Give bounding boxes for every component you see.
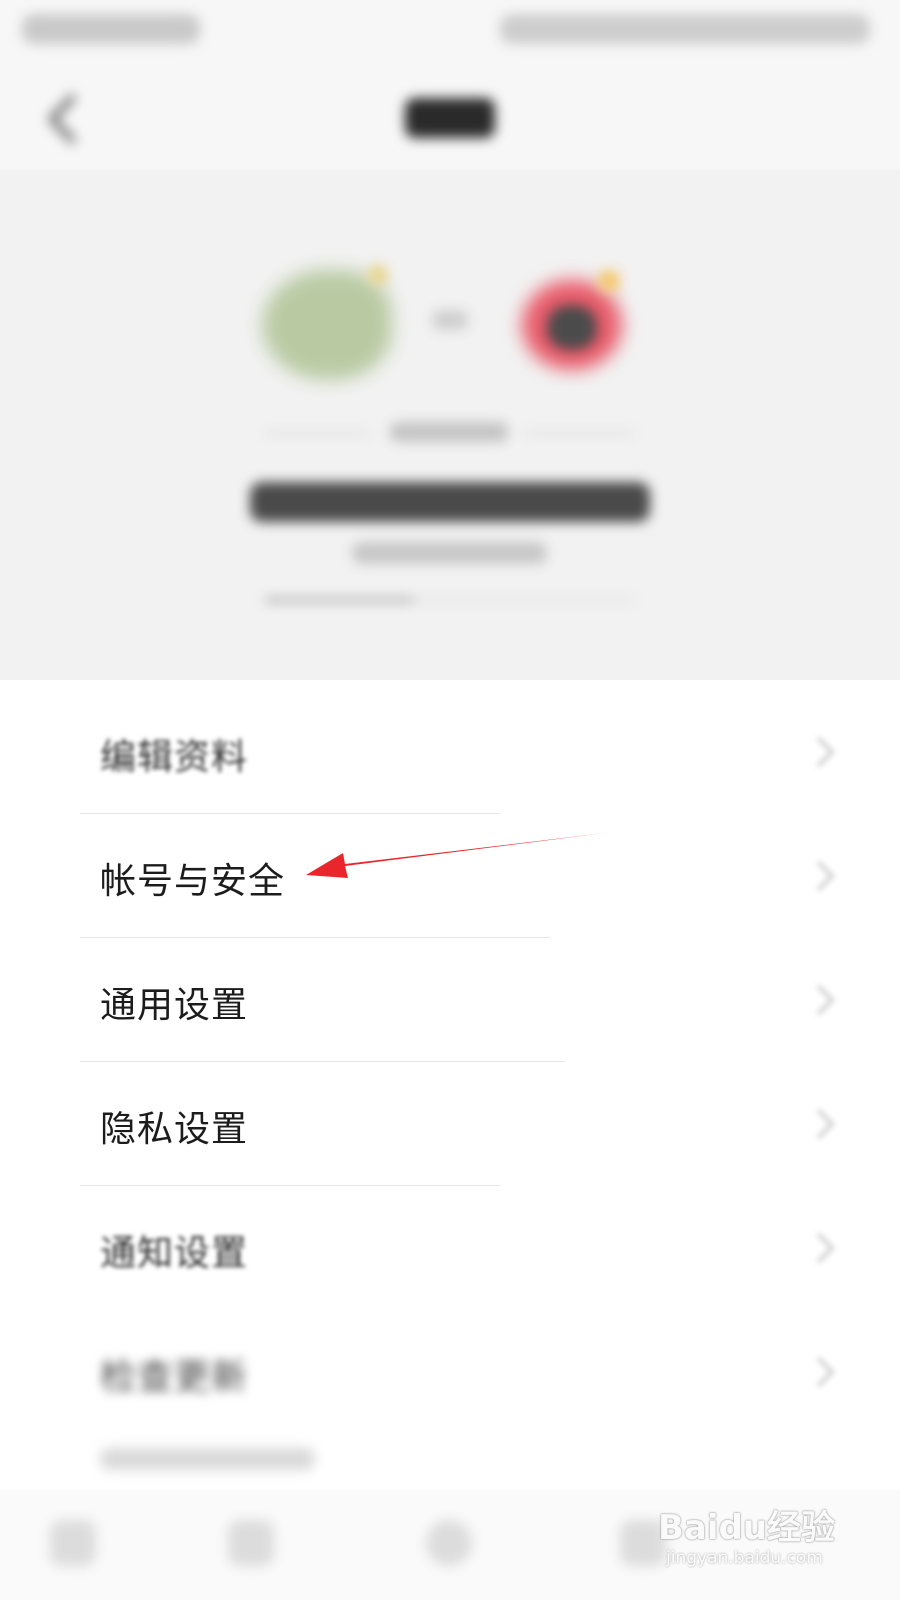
chevron-right-icon (816, 1108, 835, 1140)
back-arrow-icon[interactable] (42, 94, 82, 144)
watermark-url: jingyan.baidu.com (666, 1548, 823, 1568)
sparkle-icon (368, 265, 388, 285)
settings-item-check-update[interactable]: 检查更新 (0, 1310, 900, 1434)
chevron-right-icon (816, 1356, 835, 1388)
settings-item-account-security[interactable]: 帐号与安全 (0, 814, 900, 938)
banner-divider-left (265, 432, 370, 435)
settings-item-label: 通知设置 (100, 1233, 249, 1274)
status-bar (0, 0, 900, 70)
chevron-right-icon (816, 984, 835, 1016)
status-bar-right (500, 14, 870, 44)
chevron-right-icon (816, 736, 835, 768)
settings-item-label: 检查更新 (100, 1357, 249, 1398)
sparkle-icon (598, 270, 620, 292)
watermark-brand: Baidu经验 (658, 1508, 836, 1548)
settings-item-edit-profile[interactable]: 编辑资料 (0, 690, 900, 814)
settings-item-label: 编辑资料 (100, 737, 249, 778)
settings-item-general[interactable]: 通用设置 (0, 938, 900, 1062)
settings-item-label: 通用设置 (100, 985, 249, 1026)
banner-progress-fill (265, 598, 413, 602)
settings-list: 编辑资料 帐号与安全 通用设置 隐私设置 通知设置 检查更新 (0, 690, 900, 1434)
banner-caption (390, 422, 508, 442)
settings-item-label: 帐号与安全 (100, 861, 286, 902)
baidu-jingyan-watermark: Baidu经验 jingyan.baidu.com (658, 1500, 838, 1590)
page-title (405, 98, 495, 138)
settings-item-label: 隐私设置 (100, 1109, 249, 1150)
tab-home-icon[interactable] (50, 1520, 96, 1566)
chevron-right-icon (816, 860, 835, 892)
banner-divider-right (525, 432, 635, 435)
banner-subtitle (352, 542, 547, 564)
connector-graphic (432, 310, 468, 330)
chevron-right-icon (816, 1232, 835, 1264)
settings-item-notifications[interactable]: 通知设置 (0, 1186, 900, 1310)
tab-message-icon[interactable] (426, 1520, 472, 1566)
settings-item-privacy[interactable]: 隐私设置 (0, 1062, 900, 1186)
settings-item-partial (100, 1448, 315, 1470)
status-bar-left (22, 14, 200, 44)
banner-progress-bar (265, 598, 635, 602)
nav-bar (0, 70, 900, 170)
plant-graphic (262, 270, 392, 380)
tab-discover-icon[interactable] (228, 1520, 274, 1566)
app-logo-inner (547, 305, 597, 350)
banner-headline (250, 482, 650, 522)
promo-banner[interactable] (0, 170, 900, 680)
